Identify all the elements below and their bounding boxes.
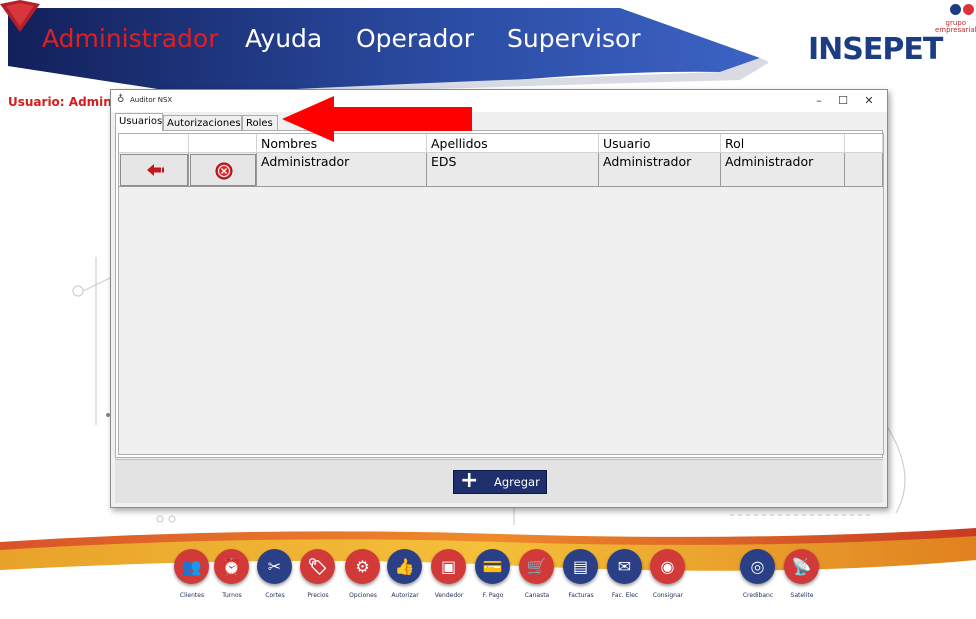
toolbar-consignar[interactable]: ◉ Consignar [643, 549, 693, 609]
invoice-icon: ▤ [572, 557, 589, 576]
add-button-label: Agregar [494, 475, 540, 489]
cell-nombres[interactable]: Administrador [257, 153, 427, 187]
toolbar-facturas[interactable]: ▤ Facturas [556, 549, 606, 609]
gears-icon: ⚙ [355, 557, 370, 576]
users-grid: Nombres Apellidos Usuario Rol Administra… [118, 133, 884, 455]
menu-supervisor[interactable]: Supervisor [507, 24, 641, 64]
cell-usuario[interactable]: Administrador [599, 153, 721, 187]
arrow-left-icon [147, 164, 164, 176]
menu-operador[interactable]: Operador [356, 24, 474, 64]
satellite-icon: 📡 [791, 557, 812, 576]
back-button[interactable] [120, 154, 188, 186]
payment-icon: 💳 [482, 557, 503, 576]
tab-roles[interactable]: Roles [242, 115, 278, 130]
plus-icon: + [460, 468, 479, 493]
toolbar-label: Satelite [790, 592, 814, 599]
insepet-logo-mark [0, 0, 40, 32]
id-card-icon: ▣ [440, 557, 457, 576]
maximize-button[interactable]: ☐ [829, 90, 857, 112]
header-rol[interactable]: Rol [721, 134, 845, 153]
scissors-icon: ✂ [267, 557, 282, 576]
dialog-footer: + Agregar [115, 459, 883, 503]
cell-rol[interactable]: Administrador [721, 153, 845, 187]
credibanco-icon: ◎ [750, 557, 765, 576]
tag-icon: 🏷 [307, 557, 328, 576]
tab-usuarios[interactable]: Usuarios [115, 113, 163, 131]
toolbar-vendedor[interactable]: ▣ Vendedor [424, 549, 474, 609]
menu-ayuda[interactable]: Ayuda [245, 24, 322, 64]
delete-circle-icon [215, 162, 233, 180]
safe-icon: ◉ [660, 557, 675, 576]
menu-administrador[interactable]: Administrador [42, 24, 219, 64]
tab-autorizaciones[interactable]: Autorizaciones [163, 115, 242, 130]
minimize-app-icon[interactable] [950, 4, 961, 15]
top-banner: Administrador Ayuda Operador Supervisor … [0, 0, 976, 95]
toolbar-f-pago[interactable]: 💳 F. Pago [468, 549, 518, 609]
empresarial-text: empresarial [935, 26, 976, 34]
cart-icon: 🛒 [526, 557, 547, 576]
e-invoice-icon: ✉ [617, 557, 632, 576]
header-blank-2 [189, 134, 257, 153]
users-icon: 👥 [181, 557, 202, 576]
alarm-clock-icon: ⏰ [221, 557, 242, 576]
dialog-titlebar[interactable]: ♁ Auditor NSX – ☐ ✕ [111, 90, 887, 112]
close-app-icon[interactable] [963, 4, 974, 15]
thumbs-up-icon: 👍 [394, 557, 415, 576]
toolbar-credibanc[interactable]: ◎ Credibanc [733, 549, 783, 609]
app-icon: ♁ [117, 94, 125, 105]
close-button[interactable]: ✕ [855, 90, 883, 112]
header-blank-1 [119, 134, 189, 153]
header-usuario[interactable]: Usuario [599, 134, 721, 153]
add-button[interactable]: + Agregar [453, 468, 547, 494]
toolbar-autorizar[interactable]: 👍 Autorizar [380, 549, 430, 609]
toolbar-precios[interactable]: 🏷 Precios [293, 549, 343, 609]
header-filler [845, 134, 883, 153]
toolbar-label: Consignar [652, 592, 684, 599]
auditor-dialog: ♁ Auditor NSX – ☐ ✕ Usuarios Autorizacio… [110, 89, 888, 508]
insepet-logo-text: INSEPET [808, 32, 943, 67]
dialog-title: Auditor NSX [130, 96, 173, 104]
delete-button[interactable] [190, 154, 256, 186]
grupo-empresarial-label: grupo empresarial [935, 20, 976, 34]
tab-panel-usuarios: Nombres Apellidos Usuario Rol Administra… [115, 130, 884, 458]
toolbar-satelite[interactable]: 📡 Satelite [777, 549, 827, 609]
annotation-arrow-icon [282, 96, 472, 142]
cell-filler [845, 153, 883, 187]
cell-apellidos[interactable]: EDS [427, 153, 599, 187]
toolbar-canasta[interactable]: 🛒 Canasta [512, 549, 562, 609]
